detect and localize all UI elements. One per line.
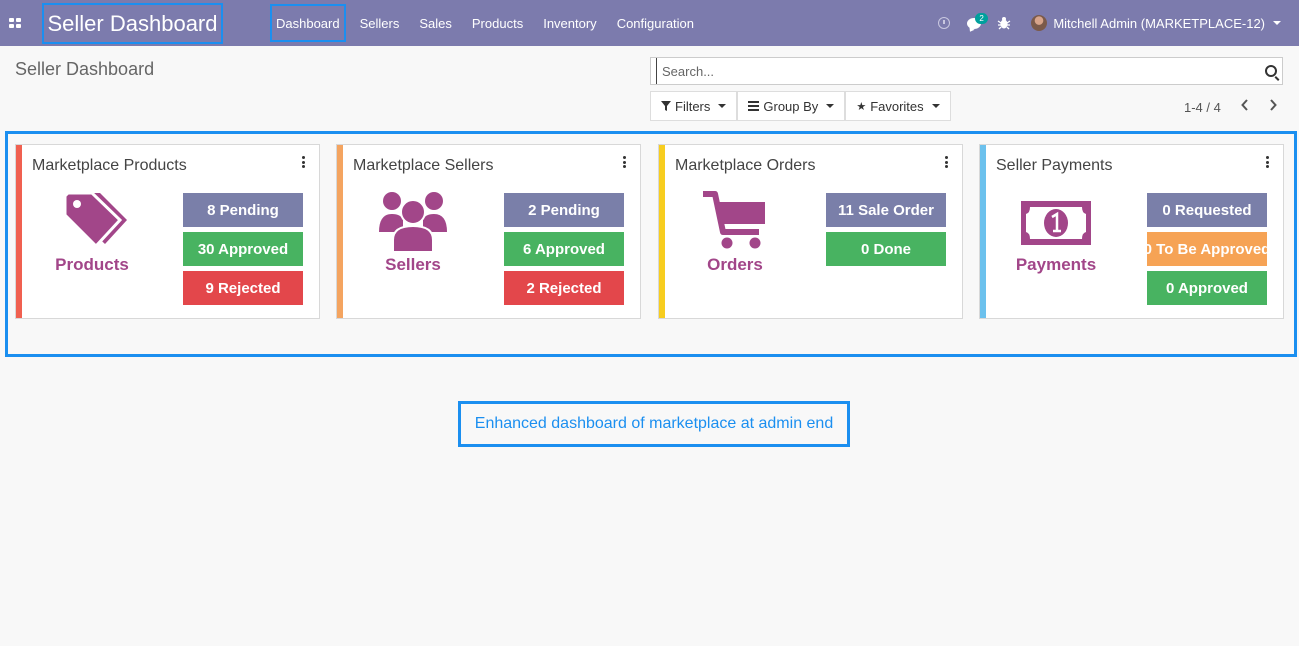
- orders-done-button[interactable]: 0 Done: [826, 232, 946, 266]
- star-icon: ★: [856, 100, 867, 113]
- pager-next-button[interactable]: [1263, 98, 1283, 116]
- user-name: Mitchell Admin (MARKETPLACE-12): [1053, 15, 1265, 31]
- sellers-label: Sellers: [385, 255, 441, 274]
- navbar-systray: 2 Mitchell Admin (MARKETPLACE-12): [929, 0, 1299, 46]
- payments-requested-button[interactable]: 0 Requested: [1147, 193, 1267, 227]
- chevron-left-icon: [1241, 99, 1248, 111]
- filters-dropdown[interactable]: Filters: [650, 91, 738, 121]
- caret-down-icon: [1273, 21, 1281, 25]
- menu-configuration[interactable]: Configuration: [607, 0, 704, 46]
- users-icon: [379, 192, 447, 252]
- list-icon: [748, 101, 760, 111]
- payments-approved-button[interactable]: 0 Approved: [1147, 271, 1267, 305]
- chat-badge: 2: [975, 13, 988, 24]
- card-seller-payments: Seller Payments Payments 0 Requested 0 T…: [979, 144, 1284, 319]
- sellers-tile[interactable]: Sellers: [353, 190, 473, 280]
- payments-tile[interactable]: Payments: [996, 190, 1116, 280]
- search-bar: [650, 57, 1283, 85]
- card-accent-bar: [980, 145, 986, 318]
- orders-sale-order-button[interactable]: 11 Sale Order: [826, 193, 946, 227]
- pager: 1-4 / 4: [1184, 98, 1283, 116]
- products-tile[interactable]: Products: [32, 190, 152, 280]
- caret-down-icon: [826, 104, 835, 108]
- card-title: Marketplace Orders: [675, 157, 816, 174]
- pager-value[interactable]: 1-4 / 4: [1184, 100, 1221, 115]
- group-by-label: Group By: [763, 98, 819, 114]
- bug-icon: [997, 17, 1011, 30]
- card-menu-icon[interactable]: [1263, 155, 1271, 169]
- search-input[interactable]: [656, 58, 1260, 84]
- favorites-dropdown[interactable]: ★ Favorites: [845, 91, 951, 121]
- avatar: [1031, 15, 1048, 31]
- caret-down-icon: [718, 104, 727, 108]
- filters-label: Filters: [675, 98, 711, 114]
- caption-box: Enhanced dashboard of marketplace at adm…: [458, 401, 850, 447]
- card-menu-icon[interactable]: [299, 155, 307, 169]
- pager-previous-button[interactable]: [1235, 98, 1255, 116]
- card-marketplace-products: Marketplace Products Products 8 Pending …: [15, 144, 320, 319]
- page-title: Seller Dashboard: [15, 59, 155, 79]
- card-menu-icon[interactable]: [942, 155, 950, 169]
- messaging-button[interactable]: 2: [959, 0, 989, 46]
- payments-label: Payments: [1015, 255, 1097, 274]
- menu-sales[interactable]: Sales: [409, 0, 462, 46]
- card-title: Marketplace Products: [32, 157, 187, 174]
- card-marketplace-sellers: Marketplace Sellers Sellers 2 Pending 6 …: [336, 144, 641, 319]
- search-button[interactable]: [1260, 58, 1282, 84]
- menu-inventory[interactable]: Inventory: [533, 0, 606, 46]
- search-icon: [1265, 65, 1277, 77]
- apps-menu-button[interactable]: [0, 0, 30, 46]
- card-title: Marketplace Sellers: [353, 157, 494, 174]
- orders-label: Orders: [707, 255, 763, 274]
- user-menu[interactable]: Mitchell Admin (MARKETPLACE-12): [1019, 15, 1299, 31]
- app-brand[interactable]: Seller Dashboard: [42, 3, 223, 44]
- top-navbar: Seller Dashboard Dashboard Sellers Sales…: [0, 0, 1299, 46]
- card-marketplace-orders: Marketplace Orders Orders 11 Sale Order …: [658, 144, 963, 319]
- sellers-approved-button[interactable]: 6 Approved: [504, 232, 624, 266]
- caret-down-icon: [931, 104, 940, 108]
- card-menu-icon[interactable]: [620, 155, 628, 169]
- menu-sellers[interactable]: Sellers: [350, 0, 410, 46]
- search-options: Filters Group By ★ Favorites: [650, 91, 951, 121]
- debug-button[interactable]: [989, 0, 1019, 46]
- card-accent-bar: [16, 145, 22, 318]
- chevron-right-icon: [1270, 99, 1277, 111]
- products-pending-button[interactable]: 8 Pending: [183, 193, 303, 227]
- products-rejected-button[interactable]: 9 Rejected: [183, 271, 303, 305]
- group-by-dropdown[interactable]: Group By: [737, 91, 846, 121]
- menu-products[interactable]: Products: [462, 0, 533, 46]
- orders-tile[interactable]: Orders: [675, 190, 795, 280]
- main-menu: Dashboard Sellers Sales Products Invento…: [268, 0, 704, 46]
- menu-dashboard[interactable]: Dashboard: [270, 4, 346, 42]
- products-label: Products: [55, 255, 129, 274]
- products-approved-button[interactable]: 30 Approved: [183, 232, 303, 266]
- activity-button[interactable]: [929, 0, 959, 46]
- payments-to-be-approved-button[interactable]: 0 To Be Approved: [1147, 232, 1267, 266]
- filter-icon: [661, 101, 671, 111]
- sellers-rejected-button[interactable]: 2 Rejected: [504, 271, 624, 305]
- money-icon: [1021, 201, 1091, 245]
- card-accent-bar: [337, 145, 343, 318]
- sellers-pending-button[interactable]: 2 Pending: [504, 193, 624, 227]
- cart-icon: [703, 191, 765, 249]
- card-title: Seller Payments: [996, 157, 1113, 174]
- favorites-label: Favorites: [870, 98, 924, 114]
- card-accent-bar: [659, 145, 665, 318]
- clock-icon: [938, 17, 951, 29]
- tags-icon: [63, 191, 127, 249]
- apps-icon: [9, 18, 21, 28]
